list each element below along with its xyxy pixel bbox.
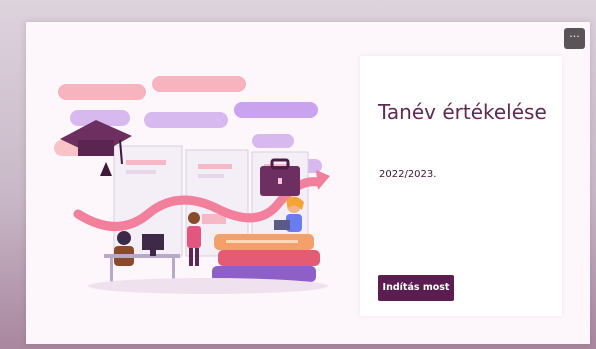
start-now-button[interactable]: Indítás most: [378, 275, 454, 301]
more-icon: ···: [569, 30, 580, 43]
info-panel: Tanév értékelése 2022/2023. Indítás most: [360, 56, 562, 316]
school-year-label: 2022/2023.: [379, 169, 437, 180]
page-title: Tanév értékelése: [378, 100, 547, 124]
education-illustration: [54, 76, 330, 294]
book-stack-icon: [212, 234, 320, 282]
more-options-button[interactable]: ···: [564, 28, 585, 49]
person-standing: [187, 212, 201, 266]
